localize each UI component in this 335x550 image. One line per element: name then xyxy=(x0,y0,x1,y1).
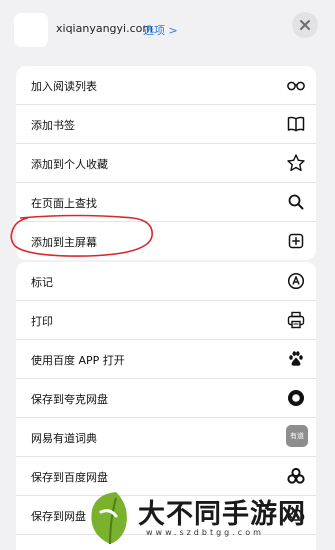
row-label: 添加到个人收藏 xyxy=(31,158,108,171)
cloud-icon xyxy=(286,505,306,525)
add-to-home-screen-row[interactable]: 添加到主屏幕 xyxy=(16,222,316,260)
save-to-baidu-pan-row[interactable]: 保存到百度网盘 xyxy=(16,457,316,496)
row-label: 网易有道词典 xyxy=(31,432,97,445)
add-bookmark-row[interactable]: 添加书签 xyxy=(16,105,316,144)
youdao-dictionary-row[interactable]: 网易有道词典 有道 xyxy=(16,418,316,457)
row-label: 打印 xyxy=(31,315,53,328)
markup-row[interactable]: 标记 xyxy=(16,262,316,301)
search-icon xyxy=(286,192,306,212)
add-to-favorites-row[interactable]: 添加到个人收藏 xyxy=(16,144,316,183)
quark-icon xyxy=(286,388,306,408)
printer-icon xyxy=(286,310,306,330)
row-label: 保存到夸克网盘 xyxy=(31,393,108,406)
close-icon xyxy=(300,20,310,30)
row-label: 加入阅读列表 xyxy=(31,80,97,93)
actions-group-primary: 加入阅读列表 添加书签 添加到个人收藏 在页面上查找 添加到主屏幕 xyxy=(16,66,316,260)
glasses-icon xyxy=(286,75,306,95)
row-label: 标记 xyxy=(31,276,53,289)
open-in-baidu-app-row[interactable]: 使用百度 APP 打开 xyxy=(16,340,316,379)
print-row[interactable]: 打印 xyxy=(16,301,316,340)
save-to-quark-row[interactable]: 保存到夸克网盘 xyxy=(16,379,316,418)
share-sheet-header: xiqianyangyi.com 选项 > xyxy=(0,0,335,56)
row-label: 保存到百度网盘 xyxy=(31,471,108,484)
options-link[interactable]: 选项 > xyxy=(143,22,178,38)
actions-group-secondary: 标记 打印 使用百度 APP 打开 保存到夸克网盘 网易有道词典 有道 保存到百… xyxy=(16,262,316,550)
row-label: 保存到网盘 xyxy=(31,510,86,523)
row-label: 使用百度 APP 打开 xyxy=(31,354,125,367)
site-name: xiqianyangyi.com xyxy=(56,22,154,35)
row-label: 添加到主屏幕 xyxy=(31,236,97,249)
add-to-reading-list-row[interactable]: 加入阅读列表 xyxy=(16,66,316,105)
row-label: 添加书签 xyxy=(31,119,75,132)
baidu-pan-icon xyxy=(286,466,306,486)
find-on-page-row[interactable]: 在页面上查找 xyxy=(16,183,316,222)
markup-icon xyxy=(286,271,306,291)
add-square-icon xyxy=(286,231,306,251)
save-to-cloud-row[interactable]: 保存到网盘 xyxy=(16,496,316,535)
youdao-icon: 有道 xyxy=(286,425,308,447)
row-label: 在页面上查找 xyxy=(31,197,97,210)
baidu-paw-icon xyxy=(286,349,306,369)
book-icon xyxy=(286,114,306,134)
close-button[interactable] xyxy=(292,12,318,38)
star-icon xyxy=(286,153,306,173)
site-icon xyxy=(14,13,48,47)
